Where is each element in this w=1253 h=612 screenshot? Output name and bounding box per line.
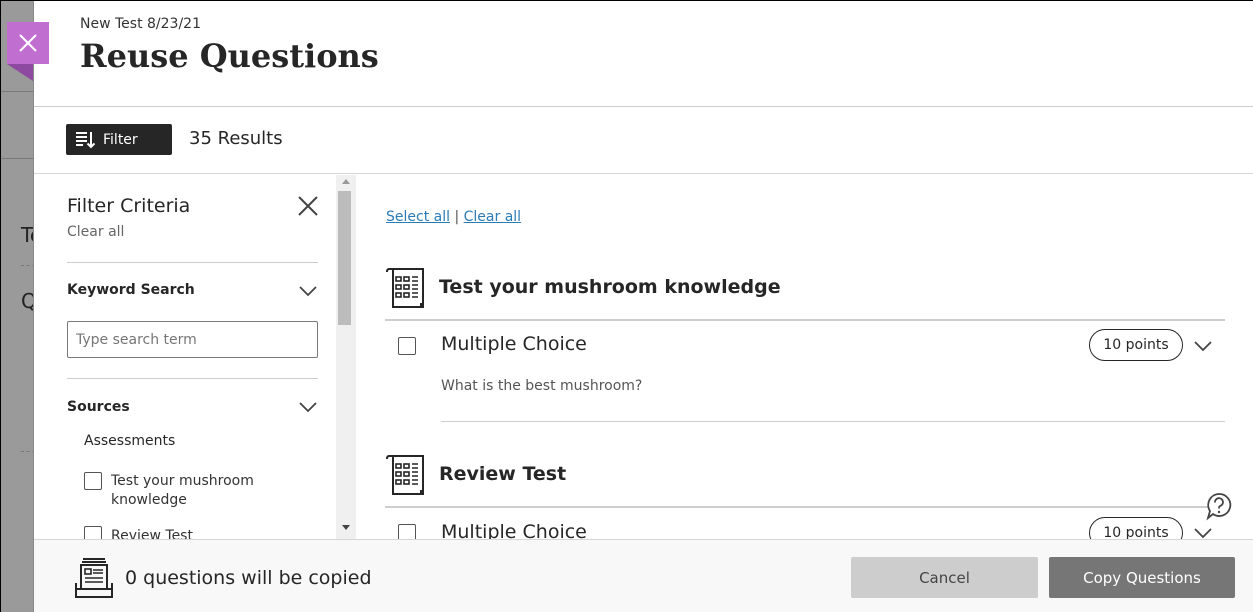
close-filter-icon[interactable] (296, 194, 320, 218)
panel-footer: 0 questions will be copied Cancel Copy Q… (34, 539, 1253, 612)
divider (67, 378, 318, 379)
points-badge: 10 points (1089, 517, 1183, 539)
copy-status: 0 questions will be copied (125, 567, 372, 589)
question-checkbox[interactable] (398, 524, 416, 539)
close-tab-fold (7, 64, 33, 81)
breadcrumb-test-name: New Test 8/23/21 (80, 16, 201, 32)
question-text: What is the best mushroom? (441, 378, 643, 394)
expand-chevron-icon[interactable] (1193, 339, 1213, 353)
select-all-link[interactable]: Select all (386, 209, 450, 225)
scroll-up-arrow-icon[interactable] (342, 179, 350, 184)
filter-criteria-pane: Filter Criteria Clear all Keyword Search… (34, 175, 356, 539)
chevron-down-icon[interactable] (298, 284, 318, 298)
source-checkbox[interactable] (84, 526, 102, 539)
close-panel-button[interactable] (7, 22, 49, 64)
source-label: Review Test (111, 528, 193, 539)
question-divider (441, 421, 1225, 422)
clear-all-link[interactable]: Clear all (464, 209, 521, 225)
scroll-thumb[interactable] (338, 191, 351, 325)
reuse-questions-panel: New Test 8/23/21 Reuse Questions Filter … (33, 1, 1253, 612)
question-checkbox[interactable] (398, 337, 416, 355)
points-badge: 10 points (1089, 329, 1183, 361)
selection-links: Select all | Clear all (386, 209, 521, 225)
question-type: Multiple Choice (441, 333, 587, 355)
filter-clear-all-link[interactable]: Clear all (67, 224, 124, 240)
divider (67, 262, 318, 263)
source-checkbox[interactable] (84, 472, 102, 490)
link-separator: | (454, 209, 460, 225)
assessment-icon (386, 268, 424, 308)
group-divider (385, 319, 1225, 321)
expand-chevron-icon[interactable] (1193, 526, 1213, 539)
filter-sort-icon (76, 131, 95, 148)
copy-questions-button[interactable]: Copy Questions (1049, 557, 1235, 598)
assessment-group-title: Test your mushroom knowledge (439, 276, 781, 298)
assessment-icon (386, 455, 424, 495)
filter-scrollbar[interactable] (336, 175, 356, 539)
chevron-down-icon[interactable] (298, 400, 318, 414)
filter-criteria-title: Filter Criteria (67, 195, 191, 217)
group-divider (385, 506, 1225, 508)
cancel-button[interactable]: Cancel (851, 557, 1038, 598)
panel-header: New Test 8/23/21 Reuse Questions (34, 1, 1253, 107)
filter-button[interactable]: Filter (66, 124, 172, 155)
source-label: Test your mushroom knowledge (111, 473, 254, 508)
question-tray-icon (75, 558, 113, 598)
keyword-search-input[interactable] (67, 321, 318, 358)
question-type: Multiple Choice (441, 521, 587, 539)
question-list: Select all | Clear all Test your mushroo… (357, 175, 1253, 539)
results-count: 35 Results (189, 128, 283, 149)
close-icon (19, 34, 37, 52)
results-toolbar: Filter 35 Results (34, 108, 1253, 174)
keyword-search-heading: Keyword Search (67, 282, 195, 298)
help-icon[interactable] (1204, 491, 1234, 521)
assessments-label: Assessments (84, 433, 176, 449)
sources-heading: Sources (67, 399, 130, 415)
filter-label: Filter (103, 131, 138, 148)
page-title: Reuse Questions (80, 37, 379, 75)
assessment-group-title: Review Test (439, 463, 567, 485)
scroll-down-arrow-icon[interactable] (342, 525, 350, 530)
